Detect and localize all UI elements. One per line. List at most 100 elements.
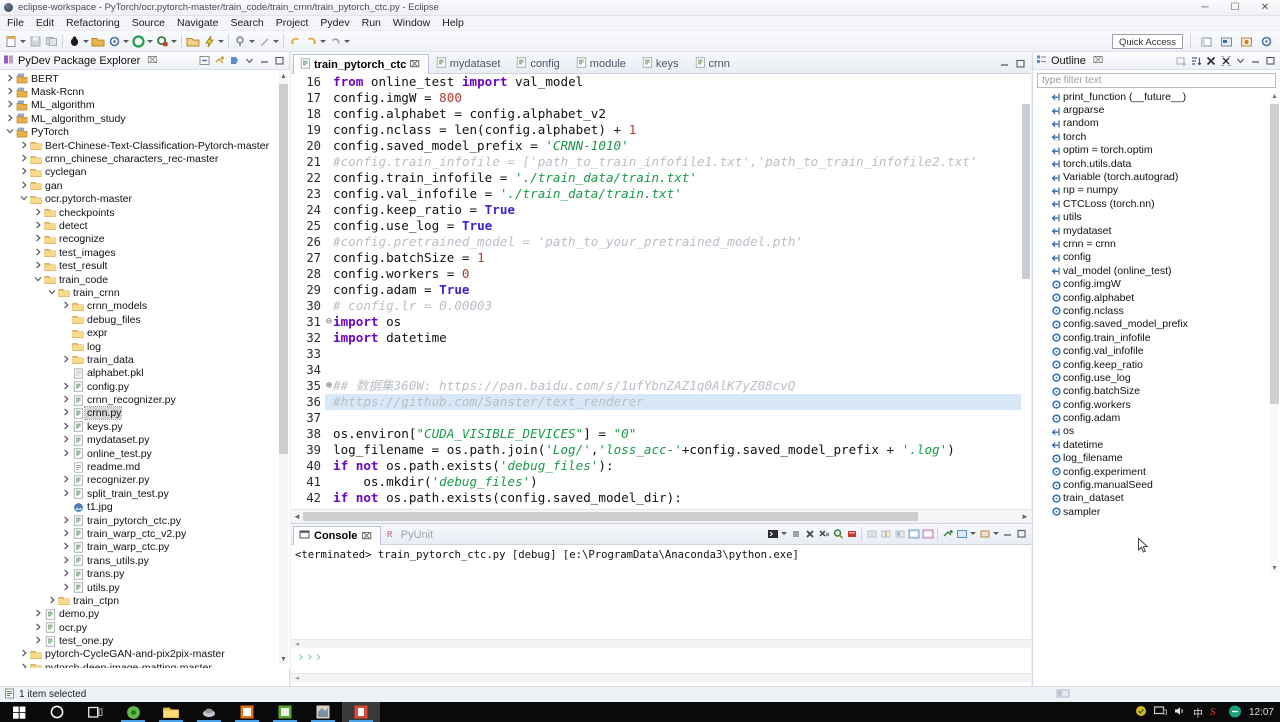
- open-perspective-icon[interactable]: [1198, 33, 1214, 50]
- new-console-view-icon[interactable]: [941, 527, 954, 541]
- tray-network-icon[interactable]: [1153, 705, 1167, 720]
- editor-scroll-thumb[interactable]: [1022, 104, 1030, 279]
- tab-console[interactable]: Console ⌧: [293, 526, 381, 545]
- outline-item[interactable]: config.workers: [1033, 398, 1280, 411]
- build-icon[interactable]: [106, 33, 122, 50]
- outline-scrollbar[interactable]: ▲ ▼: [1270, 92, 1279, 573]
- code-line[interactable]: 20 config.saved_model_prefix = 'CRNN-1010…: [291, 138, 1031, 154]
- hscroll-thumb[interactable]: [303, 511, 918, 521]
- menu-item-window[interactable]: Window: [387, 17, 436, 29]
- tree-item[interactable]: train_pytorch_ctc.py: [0, 514, 290, 527]
- hscroll-trough[interactable]: [303, 511, 1019, 521]
- package-explorer-close-icon[interactable]: ⌧: [147, 55, 157, 66]
- outline-close-icon[interactable]: ⌧: [1093, 55, 1103, 66]
- tree-item[interactable]: pytorch-deep-image-matting-master: [0, 661, 290, 668]
- outline-item[interactable]: config.nclass: [1033, 304, 1280, 317]
- tree-item[interactable]: test_images: [0, 246, 290, 259]
- outline-item[interactable]: torch: [1033, 130, 1280, 143]
- fold-marker-icon[interactable]: [325, 138, 333, 154]
- minimize-outline-icon[interactable]: [1249, 54, 1262, 68]
- maximize-outline-icon[interactable]: [1264, 54, 1277, 68]
- code-line[interactable]: 16 from online_test import val_model: [291, 74, 1031, 90]
- code-line[interactable]: 28 config.workers = 0: [291, 266, 1031, 282]
- external-tools-icon[interactable]: [185, 33, 201, 50]
- collapse-all-icon[interactable]: [198, 54, 211, 68]
- tree-expand-arrow-icon[interactable]: [60, 301, 71, 311]
- save-all-icon[interactable]: [43, 33, 59, 50]
- tree-expand-arrow-icon[interactable]: [60, 355, 71, 365]
- tree-expand-arrow-icon[interactable]: [46, 288, 57, 298]
- explorer-scrollbar[interactable]: ▲ ▼: [279, 72, 288, 664]
- tab-pyunit[interactable]: R PyUnit: [381, 525, 441, 544]
- tree-expand-arrow-icon[interactable]: [60, 583, 71, 593]
- tree-expand-arrow-icon[interactable]: [18, 154, 29, 164]
- fold-marker-icon[interactable]: [325, 234, 333, 250]
- tree-expand-arrow-icon[interactable]: [60, 422, 71, 432]
- tree-expand-arrow-icon[interactable]: [60, 475, 71, 485]
- outline-item[interactable]: sampler: [1033, 505, 1280, 518]
- tree-item[interactable]: ML_algorithm_study: [0, 112, 290, 125]
- last-edit-dropdown-icon[interactable]: [272, 33, 280, 50]
- fold-marker-icon[interactable]: [325, 298, 333, 314]
- tree-expand-arrow-icon[interactable]: [60, 556, 71, 566]
- editor-tab-mydataset[interactable]: mydataset: [429, 53, 510, 73]
- outline-item[interactable]: Variable (torch.autograd): [1033, 170, 1280, 183]
- cortana-search-icon[interactable]: [38, 702, 76, 722]
- scroll-down-arrow-icon[interactable]: ▼: [280, 656, 287, 663]
- outline-item[interactable]: utils: [1033, 211, 1280, 224]
- save-icon[interactable]: [27, 33, 43, 50]
- code-line[interactable]: 33: [291, 346, 1031, 362]
- tree-expand-arrow-icon[interactable]: [4, 74, 15, 84]
- fold-marker-icon[interactable]: [325, 474, 333, 490]
- editor-tab-train_pytorch_ctc[interactable]: train_pytorch_ctc ⌧: [293, 54, 429, 75]
- expand-all-outline-icon[interactable]: [1219, 54, 1232, 68]
- outline-item[interactable]: torch.utils.data: [1033, 157, 1280, 170]
- outline-item[interactable]: config.adam: [1033, 411, 1280, 424]
- package-explorer-title[interactable]: PyDev Package Explorer ⌧: [3, 54, 158, 68]
- code-line[interactable]: 25 config.use_log = True: [291, 218, 1031, 234]
- console-splitter-top[interactable]: ◄: [291, 639, 1031, 648]
- tree-item[interactable]: ocr.pytorch-master: [0, 193, 290, 206]
- outline-item[interactable]: np = numpy: [1033, 184, 1280, 197]
- tree-expand-arrow-icon[interactable]: [60, 569, 71, 579]
- outline-item[interactable]: random: [1033, 117, 1280, 130]
- outline-item[interactable]: config.keep_ratio: [1033, 358, 1280, 371]
- outline-item[interactable]: config.experiment: [1033, 465, 1280, 478]
- outline-item[interactable]: CTCLoss (torch.nn): [1033, 197, 1280, 210]
- tree-item[interactable]: BERT: [0, 72, 290, 85]
- tree-expand-arrow-icon[interactable]: [18, 141, 29, 151]
- forward-dropdown-icon[interactable]: [319, 33, 327, 50]
- clear-console-icon[interactable]: [845, 527, 858, 541]
- outline-item[interactable]: val_model (online_test): [1033, 264, 1280, 277]
- tree-item[interactable]: keys.py: [0, 420, 290, 433]
- outline-item[interactable]: crnn = crnn: [1033, 237, 1280, 250]
- browser-icon[interactable]: [114, 702, 152, 722]
- outline-title[interactable]: Outline ⌧: [1036, 54, 1103, 68]
- fold-marker-icon[interactable]: [325, 410, 333, 426]
- outline-item[interactable]: config.val_infofile: [1033, 344, 1280, 357]
- editor-tab-crnn[interactable]: crnn: [688, 53, 739, 73]
- tray-volume-icon[interactable]: [1174, 705, 1186, 720]
- code-line[interactable]: 31 ⊖ import os: [291, 314, 1031, 330]
- console-split-left-arrow-icon[interactable]: ◄: [291, 640, 303, 648]
- run-icon[interactable]: [130, 33, 146, 50]
- minimize-console-icon[interactable]: [1001, 527, 1014, 541]
- fold-marker-icon[interactable]: [325, 330, 333, 346]
- tree-expand-arrow-icon[interactable]: [60, 489, 71, 499]
- tree-expand-arrow-icon[interactable]: [32, 636, 43, 646]
- display-selected-console-icon[interactable]: [766, 527, 779, 541]
- scroll-right-arrow-icon[interactable]: ►: [1019, 512, 1031, 521]
- scroll-left-arrow-icon[interactable]: ◄: [291, 512, 303, 521]
- code-line[interactable]: 37: [291, 410, 1031, 426]
- tree-item[interactable]: recognizer.py: [0, 474, 290, 487]
- tree-expand-arrow-icon[interactable]: [4, 100, 15, 110]
- tree-item[interactable]: trans.py: [0, 567, 290, 580]
- run-dropdown-icon[interactable]: [146, 33, 154, 50]
- build-dropdown-icon[interactable]: [122, 33, 130, 50]
- focus-on-active-task-icon[interactable]: [228, 54, 241, 68]
- task-view-icon[interactable]: [76, 702, 114, 722]
- tree-expand-arrow-icon[interactable]: [60, 408, 71, 418]
- open-console-icon[interactable]: [955, 527, 968, 541]
- outline-item[interactable]: mydataset: [1033, 224, 1280, 237]
- eclipse-app-icon[interactable]: [304, 702, 342, 722]
